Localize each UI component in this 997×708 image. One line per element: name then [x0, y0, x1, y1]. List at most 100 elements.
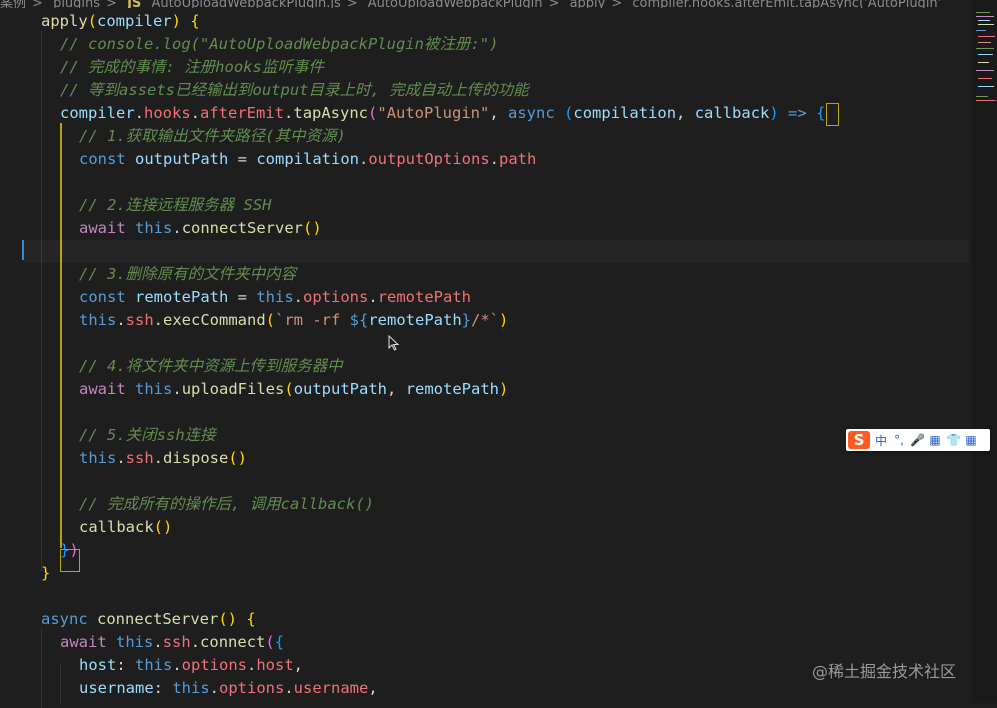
param: callback: [694, 104, 770, 122]
comment: // 2.连接远程服务器 SSH: [79, 196, 272, 214]
code-editor[interactable]: apply(compiler) { // console.log("AutoUp…: [0, 8, 972, 708]
code-line[interactable]: const outputPath = compilation.outputOpt…: [79, 148, 997, 171]
identifier: options: [219, 679, 285, 697]
js-file-icon: JS: [127, 0, 142, 8]
keyboard-icon[interactable]: ▦: [928, 433, 942, 447]
identifier: path: [499, 150, 537, 168]
method-name: connectServer: [181, 219, 304, 237]
breadcrumb-item[interactable]: compiler.hooks.afterEmit.tapAsync('AutoP…: [632, 0, 941, 8]
keyword: this: [172, 679, 210, 697]
keyword: const: [79, 150, 126, 168]
keyword: await: [79, 380, 126, 398]
method-name: apply: [41, 12, 88, 30]
comment: // 完成的事情: 注册hooks监听事件: [60, 58, 324, 76]
watermark: @稀土掘金技术社区: [812, 662, 957, 681]
code-line[interactable]: apply(compiler) {: [41, 10, 997, 33]
skin-icon[interactable]: 👕: [946, 433, 961, 447]
method-name: uploadFiles: [181, 380, 285, 398]
code-line[interactable]: }): [60, 539, 997, 562]
comment: // 完成所有的操作后, 调用callback(): [79, 495, 374, 513]
keyword: this: [135, 656, 173, 674]
template-string: /*`: [471, 311, 500, 329]
identifier: afterEmit: [200, 104, 285, 122]
comment: // 5.关闭ssh连接: [79, 426, 216, 444]
comment: // 1.获取输出文件夹路径(其中资源): [79, 127, 346, 145]
comment: // console.log("AutoUploadWebpackPlugin被…: [60, 35, 499, 53]
code-line[interactable]: // 2.连接远程服务器 SSH: [79, 194, 997, 217]
identifier: username: [79, 679, 154, 697]
identifier: hooks: [144, 104, 191, 122]
text-cursor: [22, 240, 24, 260]
comment: // 4.将文件夹中资源上传到服务器中: [79, 357, 343, 375]
code-line[interactable]: }: [41, 562, 997, 585]
breadcrumb-item[interactable]: 案例: [0, 0, 26, 8]
method-name: connectServer: [97, 610, 219, 628]
identifier: compilation: [256, 150, 359, 168]
identifier: options: [181, 656, 247, 674]
keyword: async: [508, 104, 555, 122]
code-line[interactable]: this.ssh.execCommand(`rm -rf ${remotePat…: [79, 309, 997, 332]
microphone-icon[interactable]: 🎤: [910, 433, 925, 447]
code-line[interactable]: async connectServer() {: [41, 608, 997, 631]
param: compilation: [573, 104, 677, 122]
identifier: outputPath: [293, 380, 388, 398]
breadcrumb: 案例 > plugins > JS AutoUploadWebpackPlugin.…: [0, 0, 997, 8]
breadcrumb-item[interactable]: plugins: [53, 0, 100, 8]
toolbox-icon[interactable]: ▦: [964, 433, 978, 447]
identifier: options: [303, 288, 369, 306]
keyword: this: [79, 311, 117, 329]
minimap[interactable]: [972, 0, 997, 703]
current-line[interactable]: [24, 240, 969, 263]
breadcrumb-item[interactable]: AutoUploadWebpackPlugin: [368, 0, 543, 8]
identifier: host: [256, 656, 294, 674]
code-line[interactable]: compiler.hooks.afterEmit.tapAsync("AutoP…: [60, 102, 997, 125]
method-name: connect: [200, 633, 266, 651]
keyword: this: [116, 633, 154, 651]
punctuation-icon[interactable]: °,: [892, 433, 906, 447]
code-line[interactable]: // 3.删除原有的文件夹中内容: [79, 263, 997, 286]
code-line[interactable]: const remotePath = this.options.remotePa…: [79, 286, 997, 309]
identifier: ssh: [125, 449, 154, 467]
keyword: await: [60, 633, 107, 651]
code-line[interactable]: await this.uploadFiles(outputPath, remot…: [79, 378, 997, 401]
ime-lang-toggle[interactable]: 中: [874, 432, 888, 449]
breadcrumb-item[interactable]: apply: [570, 0, 606, 8]
code-line[interactable]: // 1.获取输出文件夹路径(其中资源): [79, 125, 997, 148]
keyword: this: [256, 288, 294, 306]
identifier: ssh: [162, 633, 191, 651]
keyword: await: [79, 219, 126, 237]
code-line[interactable]: // 完成的事情: 注册hooks监听事件: [60, 56, 997, 79]
identifier: remotePath: [368, 311, 462, 329]
indent-guide: [41, 628, 42, 708]
identifier: compiler: [60, 104, 135, 122]
code-line[interactable]: await this.connectServer(): [79, 217, 997, 240]
template-string: `rm -rf: [275, 311, 350, 329]
template-punct: }: [461, 311, 472, 329]
keyword: this: [79, 449, 117, 467]
keyword: this: [135, 219, 173, 237]
code-line[interactable]: // 等到assets已经输出到output目录上时, 完成自动上传的功能: [60, 79, 997, 102]
mouse-pointer-icon: [388, 335, 400, 351]
string: "AutoPlugin": [377, 104, 490, 122]
code-line[interactable]: // console.log("AutoUploadWebpackPlugin被…: [60, 33, 997, 56]
arrow: =>: [788, 104, 807, 122]
method-name: tapAsync: [293, 104, 369, 122]
code-line[interactable]: await this.ssh.connect({: [60, 631, 997, 654]
template-punct: ${: [349, 311, 369, 329]
code-line[interactable]: // 4.将文件夹中资源上传到服务器中: [79, 355, 997, 378]
comment: // 等到assets已经输出到output目录上时, 完成自动上传的功能: [60, 81, 529, 99]
code-line[interactable]: // 完成所有的操作后, 调用callback(): [79, 493, 997, 516]
breadcrumb-item[interactable]: AutoUploadWebpackPlugin.js: [151, 0, 340, 8]
keyword: this: [135, 380, 173, 398]
method-name: dispose: [163, 449, 229, 467]
identifier: outputPath: [135, 150, 229, 168]
ime-toolbar[interactable]: S 中 °, 🎤 ▦ 👕 ▦: [846, 429, 990, 451]
param: compiler: [97, 12, 172, 30]
code-line[interactable]: callback(): [79, 516, 997, 539]
indent-guide: [60, 663, 61, 703]
identifier: username: [293, 679, 369, 697]
identifier: host: [79, 656, 117, 674]
identifier: ssh: [125, 311, 154, 329]
sogou-logo-icon[interactable]: S: [848, 431, 870, 449]
identifier: remotePath: [135, 288, 229, 306]
